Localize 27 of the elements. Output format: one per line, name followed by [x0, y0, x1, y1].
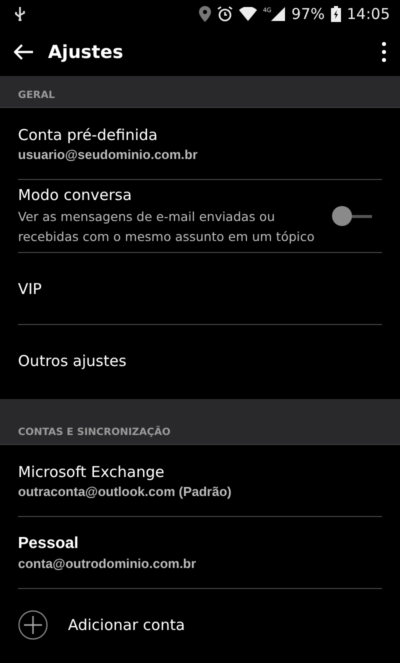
back-arrow-icon[interactable] [14, 44, 34, 60]
setting-summary: Ver as mensagens de e-mail enviadas ou recebidas com o mesmo assunto em um tópico [18, 208, 316, 246]
setting-title[interactable]: Pessoal [18, 534, 382, 552]
location-icon [198, 6, 211, 22]
more-options-icon[interactable] [382, 42, 386, 62]
setting-summary: usuario@seudominio.com.br [18, 146, 199, 162]
wifi-icon [238, 7, 257, 21]
setting-summary: conta@outrodominio.com.br [18, 556, 198, 570]
setting-title[interactable]: Modo conversa [18, 186, 332, 204]
setting-title[interactable]: Microsoft Exchange [18, 462, 382, 480]
usb-icon [14, 7, 26, 21]
add-account-label[interactable]: Adicionar conta [68, 616, 185, 634]
alarm-icon [216, 6, 233, 22]
add-icon[interactable] [18, 610, 48, 640]
screen-title: Ajustes [48, 42, 124, 62]
toggle-switch[interactable] [332, 206, 372, 226]
battery-charging-icon [330, 6, 341, 22]
clock: 14:05 [346, 5, 390, 23]
setting-summary: outraconta@outlook.com (Padrão) [18, 484, 232, 498]
setting-title[interactable]: VIP [18, 280, 382, 298]
switch-thumb[interactable] [332, 206, 352, 226]
battery-percent: 97% [291, 5, 325, 23]
signal-icon [271, 7, 286, 21]
section-header: GERAL [18, 90, 55, 101]
setting-title[interactable]: Outros ajustes [18, 352, 382, 370]
setting-title[interactable]: Conta pré-definida [18, 126, 382, 144]
section-header: CONTAS E SINCRONIZAÇÃO [18, 427, 170, 438]
